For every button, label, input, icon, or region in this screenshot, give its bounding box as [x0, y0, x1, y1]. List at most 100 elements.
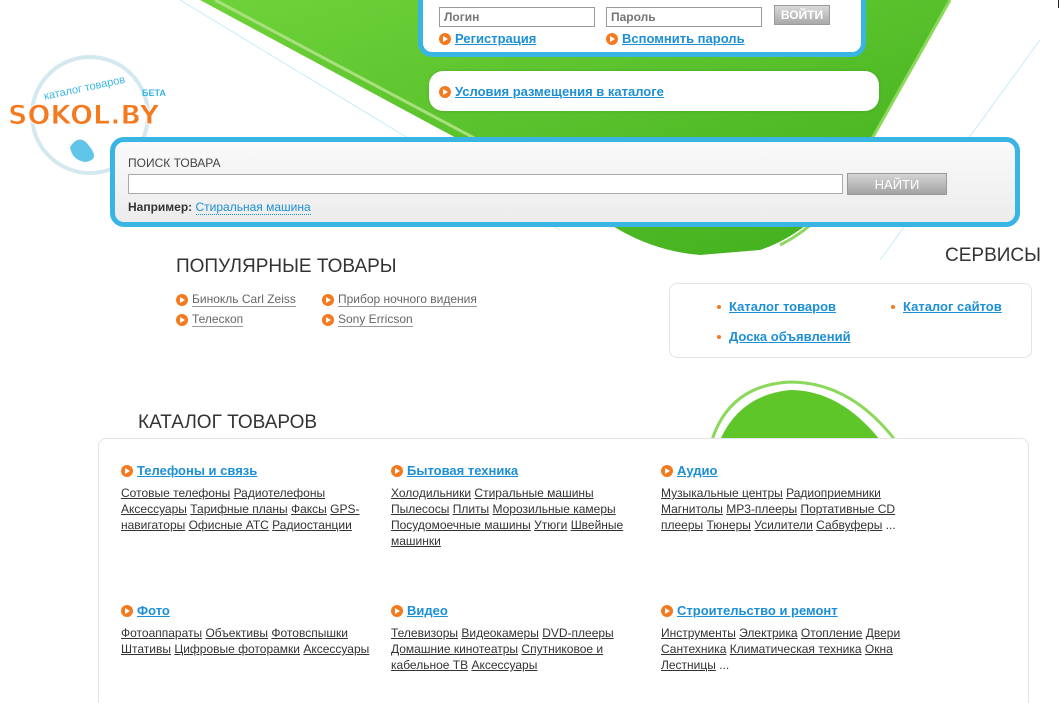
subcategory-link[interactable]: Телевизоры: [391, 626, 458, 640]
category-link[interactable]: Фото: [137, 603, 170, 618]
arrow-bullet-icon: [322, 313, 334, 326]
category-block: Видео Телевизоры Видеокамеры DVD-плееры Д…: [391, 602, 651, 673]
subcategory-link[interactable]: Музыкальные центры: [661, 486, 783, 500]
arrow-bullet-icon: [661, 464, 673, 477]
example-link[interactable]: Стиральная машина: [195, 200, 311, 215]
search-example: Например: Стиральная машина: [128, 200, 311, 215]
svg-text:БЕТА: БЕТА: [142, 88, 166, 98]
popular-item[interactable]: Прибор ночного видения: [322, 292, 477, 307]
subcategory-link[interactable]: Усилители: [754, 518, 813, 532]
subcategory-link[interactable]: Радиотелефоны: [234, 486, 326, 500]
subcategory-link[interactable]: Морозильные камеры: [493, 502, 616, 516]
subcategory-link[interactable]: Сабвуферы: [816, 518, 882, 532]
category-link[interactable]: Видео: [407, 603, 448, 618]
subcategory-link[interactable]: Штативы: [121, 642, 171, 656]
subcategory-link[interactable]: Плиты: [453, 502, 489, 516]
search-label: ПОИСК ТОВАРА: [128, 156, 221, 170]
subcategory-link[interactable]: Аксессуары: [121, 502, 187, 516]
search-panel: ПОИСК ТОВАРА НАЙТИ Например: Стиральная …: [110, 137, 1020, 227]
subcategory-link[interactable]: Сантехника: [661, 642, 726, 656]
example-label: Например:: [128, 200, 193, 214]
svg-text:SOKOL.BY: SOKOL.BY: [10, 100, 160, 131]
category-block: Строительство и ремонт Инструменты Электр…: [661, 602, 921, 673]
category-heading: Видео: [391, 602, 651, 620]
subcategory-link[interactable]: Цифровые фоторамки: [174, 642, 300, 656]
subcategory-link[interactable]: Сотовые телефоны: [121, 486, 230, 500]
service-catalog-sites-link[interactable]: Каталог сайтов: [903, 299, 1002, 314]
service-item: Доска объявлений: [717, 328, 851, 346]
category-heading: Аудио: [661, 462, 921, 480]
dot-icon: [717, 304, 721, 309]
subcategory-link[interactable]: Фотовспышки: [271, 626, 348, 640]
category-block: Бытовая техника Холодильники Стиральные м…: [391, 462, 651, 549]
arrow-bullet-icon: [176, 313, 188, 326]
more-indicator: ...: [719, 658, 730, 672]
arrow-bullet-icon: [606, 32, 618, 45]
arrow-bullet-icon: [121, 604, 133, 617]
more-indicator: ...: [885, 518, 896, 532]
subcategory-link[interactable]: Отопление: [801, 626, 863, 640]
category-link[interactable]: Бытовая техника: [407, 463, 518, 478]
popular-item[interactable]: Sony Erricson: [322, 312, 413, 327]
login-input[interactable]: [439, 7, 595, 27]
subcategory-link[interactable]: Электрика: [739, 626, 797, 640]
terms-link[interactable]: Условия размещения в каталоге: [455, 84, 664, 99]
subcategory-link[interactable]: Офисные АТС: [189, 518, 269, 532]
services-title: СЕРВИСЫ: [945, 245, 1041, 266]
catalog-box: Телефоны и связь Сотовые телефоны Радиоте…: [98, 438, 1029, 703]
login-button[interactable]: ВОЙТИ: [774, 5, 830, 25]
subcategory-link[interactable]: Радиоприемники: [786, 486, 881, 500]
service-item: Каталог товаров: [717, 298, 836, 316]
service-board-link[interactable]: Доска объявлений: [729, 329, 851, 344]
subcategory-list: Сотовые телефоны Радиотелефоны Аксессуар…: [121, 485, 381, 533]
subcategory-link[interactable]: Факсы: [291, 502, 327, 516]
subcategory-link[interactable]: Окна: [865, 642, 893, 656]
password-input[interactable]: [606, 7, 762, 27]
arrow-bullet-icon: [391, 604, 403, 617]
subcategory-list: Телевизоры Видеокамеры DVD-плееры Домашн…: [391, 625, 651, 673]
subcategory-link[interactable]: Объективы: [205, 626, 268, 640]
category-link[interactable]: Строительство и ремонт: [677, 603, 838, 618]
category-heading: Телефоны и связь: [121, 462, 381, 480]
category-block: Фото Фотоаппараты Объективы Фотовспышки Ш…: [121, 602, 381, 657]
popular-item[interactable]: Бинокль Carl Zeiss: [176, 292, 296, 307]
subcategory-link[interactable]: Посудомоечные машины: [391, 518, 531, 532]
subcategory-link[interactable]: Лестницы: [661, 658, 716, 672]
dot-icon: [891, 304, 895, 309]
subcategory-link[interactable]: Утюги: [534, 518, 567, 532]
subcategory-link[interactable]: Аксессуары: [471, 658, 537, 672]
category-link[interactable]: Телефоны и связь: [137, 463, 257, 478]
subcategory-link[interactable]: Пылесосы: [391, 502, 449, 516]
forgot-password-link[interactable]: Вспомнить пароль: [622, 31, 745, 46]
subcategory-link[interactable]: Стиральные машины: [474, 486, 593, 500]
register-link[interactable]: Регистрация: [455, 31, 536, 46]
popular-title: ПОПУЛЯРНЫЕ ТОВАРЫ: [176, 256, 397, 277]
subcategory-link[interactable]: Холодильники: [391, 486, 471, 500]
catalog-title: КАТАЛОГ ТОВАРОВ: [138, 412, 318, 433]
forgot-link-wrap: Вспомнить пароль: [606, 30, 745, 48]
category-heading: Строительство и ремонт: [661, 602, 921, 620]
popular-item[interactable]: Телескоп: [176, 312, 244, 327]
subcategory-link[interactable]: Фотоаппараты: [121, 626, 202, 640]
subcategory-link[interactable]: Домашние кинотеатры: [391, 642, 518, 656]
search-button[interactable]: НАЙТИ: [847, 173, 947, 195]
subcategory-link[interactable]: Инструменты: [661, 626, 736, 640]
subcategory-list: Фотоаппараты Объективы Фотовспышки Штати…: [121, 625, 381, 657]
subcategory-link[interactable]: Двери: [866, 626, 900, 640]
subcategory-link[interactable]: Аксессуары: [303, 642, 369, 656]
subcategory-link[interactable]: MP3-плееры: [726, 502, 797, 516]
search-input[interactable]: [128, 174, 843, 194]
subcategory-link[interactable]: Тарифные планы: [190, 502, 287, 516]
subcategory-link[interactable]: Магнитолы: [661, 502, 723, 516]
subcategory-list: Холодильники Стиральные машины Пылесосы …: [391, 485, 651, 549]
subcategory-link[interactable]: Видеокамеры: [461, 626, 538, 640]
service-catalog-goods-link[interactable]: Каталог товаров: [729, 299, 836, 314]
subcategory-link[interactable]: DVD-плееры: [542, 626, 613, 640]
subcategory-link[interactable]: Тюнеры: [707, 518, 751, 532]
category-heading: Бытовая техника: [391, 462, 651, 480]
subcategory-link[interactable]: Климатическая техника: [730, 642, 862, 656]
service-item: Каталог сайтов: [891, 298, 1002, 316]
subcategory-link[interactable]: Радиостанции: [272, 518, 352, 532]
services-box: Каталог товаров Каталог сайтов Доска объ…: [669, 283, 1032, 358]
category-link[interactable]: Аудио: [677, 463, 717, 478]
